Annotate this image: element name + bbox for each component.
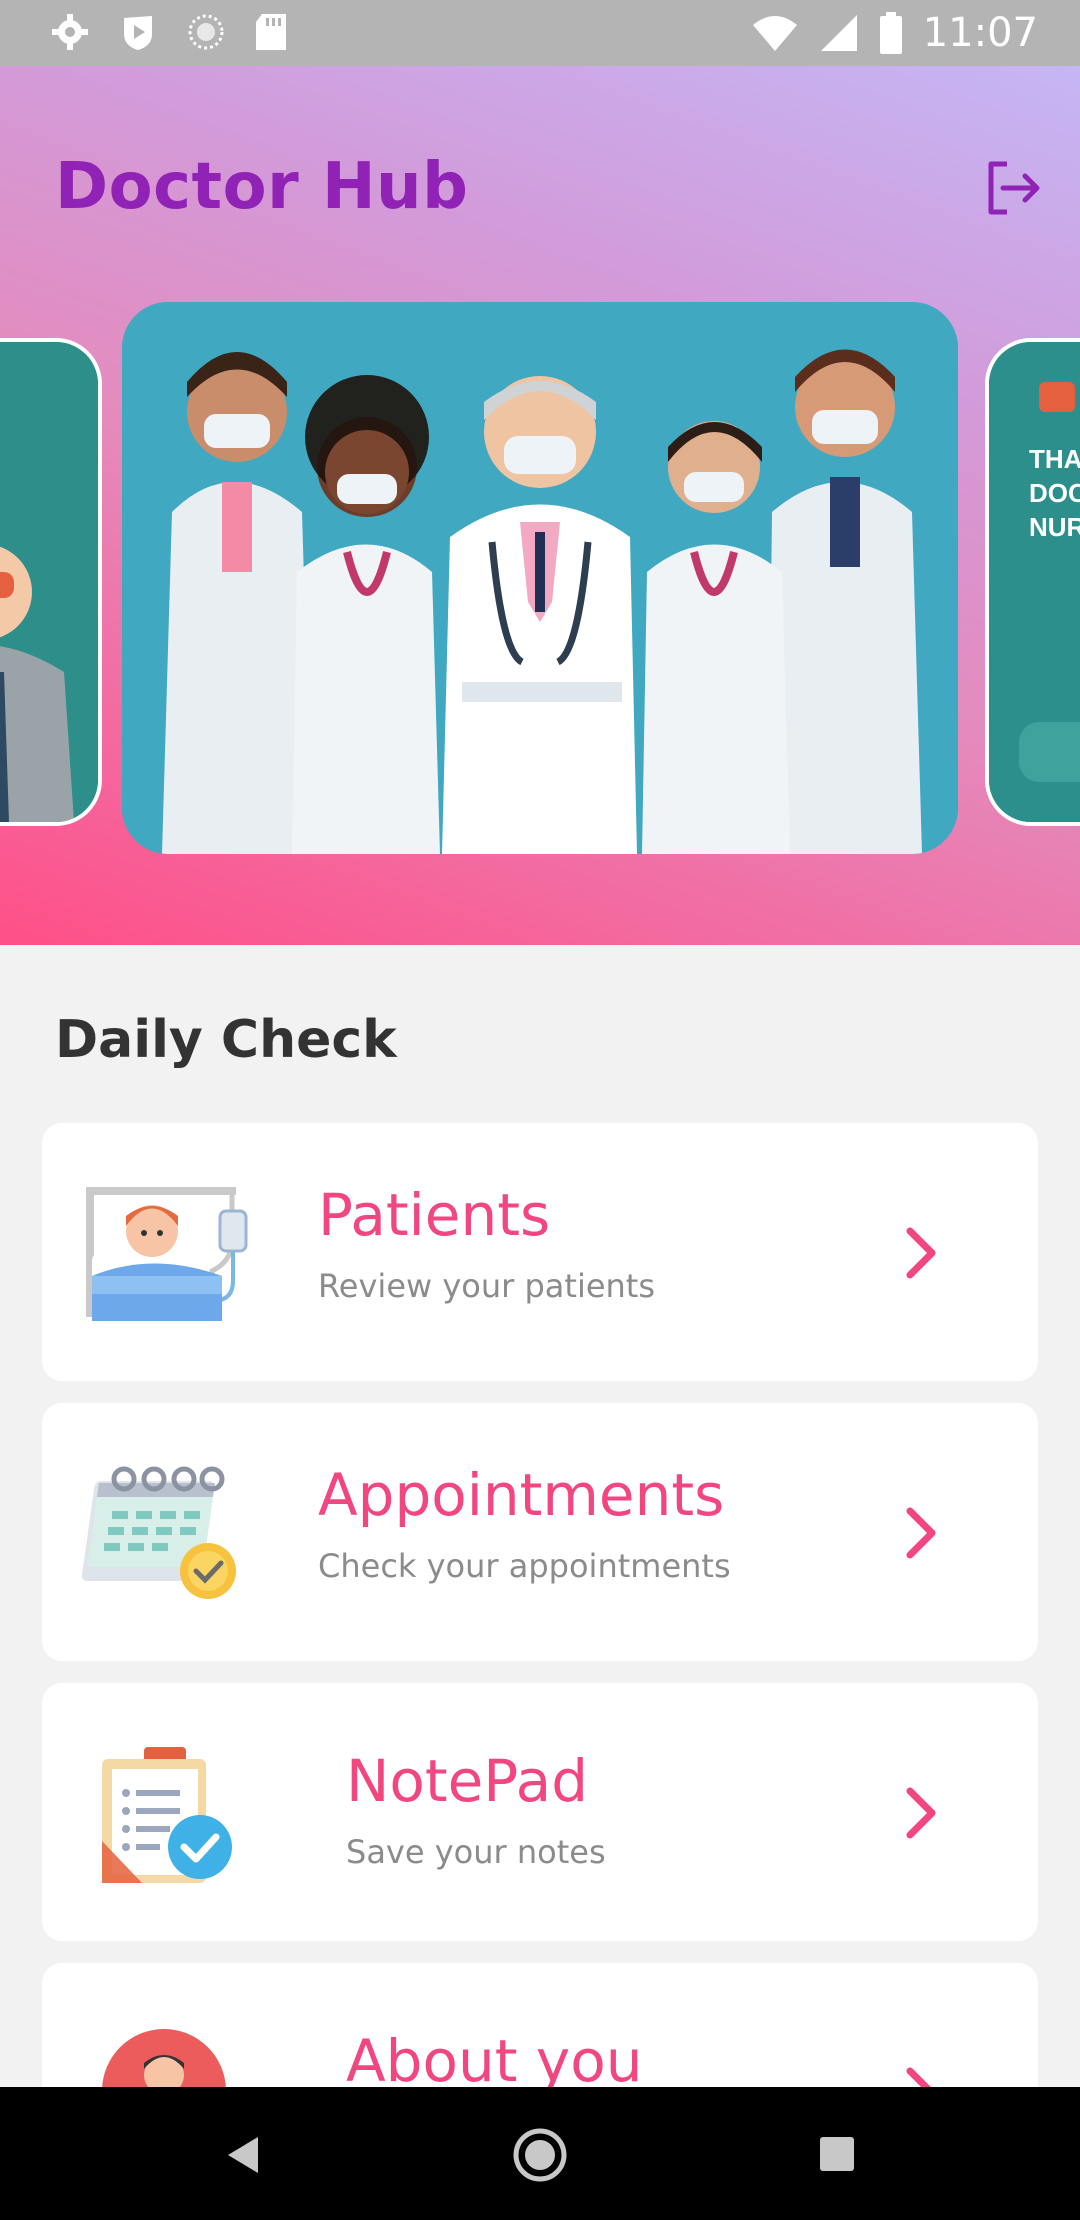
chevron-right-icon[interactable] [902, 2063, 942, 2087]
patients-subtitle: Review your patients [318, 1267, 656, 1305]
notepad-card[interactable]: NotePad Save your notes [42, 1683, 1038, 1941]
wifi-icon [752, 16, 797, 51]
notepad-subtitle: Save your notes [346, 1833, 606, 1871]
settings-icon [52, 14, 88, 50]
section-title: Daily Check [55, 1010, 397, 1070]
chevron-right-icon[interactable] [902, 1503, 942, 1563]
back-icon[interactable] [224, 2133, 264, 2177]
notepad-title: NotePad [346, 1747, 589, 1815]
sd-card-icon [256, 14, 286, 50]
carousel-card-doctors[interactable] [122, 302, 958, 854]
thank-you-poster-illustration [989, 342, 1080, 822]
home-icon[interactable] [512, 2127, 568, 2183]
battery-icon [879, 12, 902, 54]
calendar-check-icon [82, 1466, 236, 1599]
doctors-team-illustration [122, 302, 958, 854]
app-title: Doctor Hub [55, 150, 469, 224]
doctor-illustration [0, 342, 98, 822]
signal-icon [820, 15, 857, 51]
appointments-subtitle: Check your appointments [318, 1547, 731, 1585]
appointments-title: Appointments [318, 1461, 725, 1529]
patient-bed-icon [86, 1187, 248, 1321]
about-you-card[interactable]: About you [42, 1963, 1038, 2087]
carousel-card-previous[interactable] [0, 338, 102, 826]
recents-icon[interactable] [818, 2135, 856, 2173]
sync-icon [188, 14, 224, 50]
poster-text: THAN DOCT NURS [1029, 444, 1080, 542]
chevron-right-icon[interactable] [902, 1223, 942, 1283]
header: Doctor Hub TH DO NU [0, 66, 1080, 945]
status-bar: 11:07 [0, 0, 1080, 66]
patients-card[interactable]: Patients Review your patients [42, 1123, 1038, 1381]
logout-icon[interactable] [983, 158, 1043, 218]
patients-title: Patients [318, 1181, 551, 1249]
avatar-icon [102, 2029, 226, 2087]
appointments-card[interactable]: Appointments Check your appointments [42, 1403, 1038, 1661]
about-you-title: About you [346, 2027, 643, 2087]
clock: 11:07 [922, 10, 1038, 56]
clipboard-check-icon [102, 1747, 232, 1883]
shield-play-icon [124, 16, 152, 50]
chevron-right-icon[interactable] [902, 1783, 942, 1843]
carousel-card-next[interactable]: THAN DOCT NURS [985, 338, 1080, 826]
navigation-bar [0, 2087, 1080, 2220]
